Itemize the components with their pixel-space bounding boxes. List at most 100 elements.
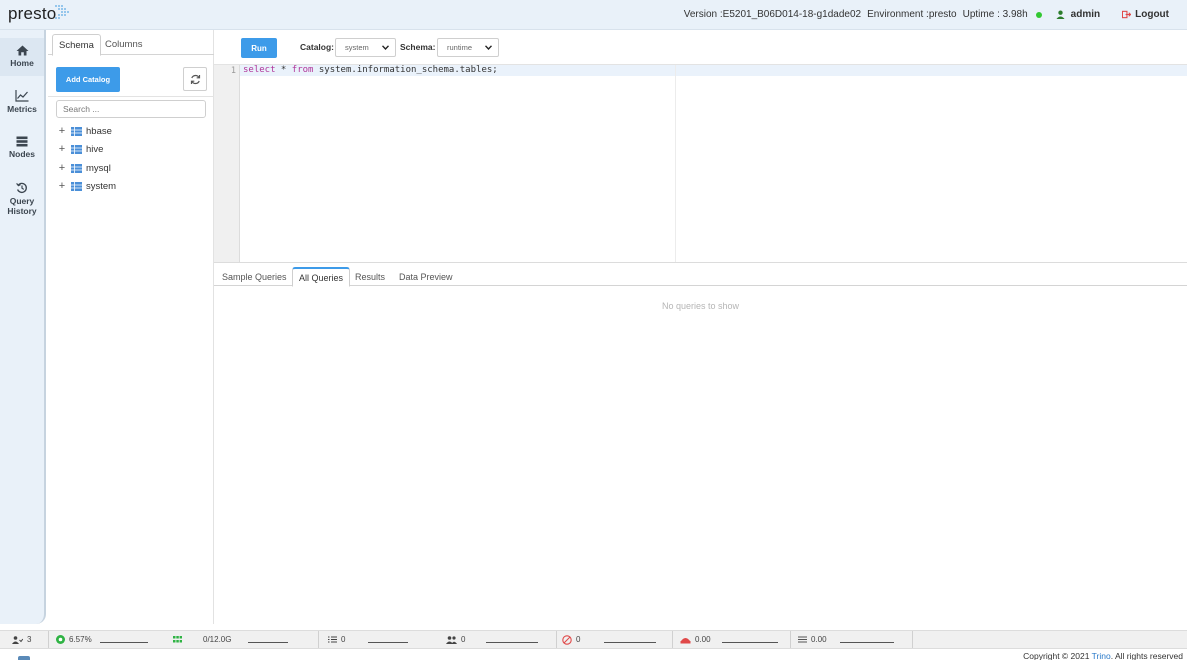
stat-users: 3 (12, 631, 31, 648)
expand-icon[interactable]: + (58, 125, 66, 137)
stat-rate-1: 0.00 (680, 631, 778, 648)
stat-users-value: 3 (27, 635, 32, 644)
catalog-label: system (86, 180, 117, 192)
catalog-item-hive[interactable]: + hive (58, 142, 104, 156)
logout-button[interactable]: Logout (1122, 9, 1169, 20)
cpu-icon (56, 635, 65, 644)
nav-query-label: Query (9, 196, 35, 206)
left-nav: Home Metrics Nodes Query History (0, 30, 46, 624)
catalog-item-hbase[interactable]: + hbase (58, 124, 112, 138)
print-margin (675, 65, 676, 262)
bars-icon (798, 636, 807, 643)
status-bar: 3 6.57% 0/12.0G 0 0 0 0.00 0.00 (0, 630, 1187, 649)
editor-gutter: 1 (214, 65, 240, 262)
schema-search-input[interactable] (56, 100, 206, 118)
schema-select-value: runtime (447, 43, 473, 52)
environment-text: Environment :presto (867, 9, 957, 20)
tab-sample-queries[interactable]: Sample Queries (216, 267, 293, 287)
server-icon (16, 136, 28, 147)
user-menu[interactable]: admin (1056, 9, 1100, 20)
schema-panel: Schema Columns Add Catalog + hbase + hiv… (48, 30, 214, 624)
copyright-suffix: . All rights reserved (1110, 651, 1183, 660)
code-star: * (275, 65, 292, 75)
catalog-item-mysql[interactable]: + mysql (58, 161, 111, 175)
stat-memory-value: 0/12.0G (203, 635, 232, 644)
history-icon (16, 182, 27, 194)
tab-columns[interactable]: Columns (99, 34, 149, 56)
code-line[interactable]: select * from system.information_schema.… (243, 65, 498, 76)
nav-metrics[interactable]: Metrics (0, 90, 44, 114)
catalog-select[interactable]: system (335, 38, 396, 57)
rate-icon (680, 637, 691, 643)
nav-home[interactable]: Home (0, 38, 44, 76)
scroll-handle[interactable] (18, 656, 30, 660)
stat-cpu: 6.57% (56, 631, 151, 648)
nav-home-label: Home (10, 58, 34, 68)
add-catalog-button[interactable]: Add Catalog (56, 67, 120, 92)
stat-running: 0 (446, 631, 538, 648)
stat-rate-2-value: 0.00 (811, 635, 827, 644)
trino-link[interactable]: Trino (1092, 651, 1111, 660)
version-text: Version :E5201_B06D014-18-g1dade02 (683, 9, 862, 20)
copyright-prefix: Copyright © 2021 (1023, 651, 1092, 660)
catalog-select-value: system (345, 43, 369, 52)
divider (318, 631, 319, 648)
rate-2-sparkline (840, 642, 894, 643)
chart-icon (15, 90, 29, 102)
list-icon (328, 636, 337, 643)
expand-icon[interactable]: + (58, 180, 66, 192)
cluster-info: Version :E5201_B06D014-18-g1dade02 Envir… (684, 9, 1169, 20)
stat-cpu-value: 6.57% (69, 635, 92, 644)
stat-failed-value: 0 (576, 635, 581, 644)
expand-icon[interactable]: + (58, 143, 66, 155)
top-bar: presto Version :E5201_B06D014-18-g1dade0… (0, 0, 1187, 30)
memory-sparkline (248, 642, 288, 643)
running-sparkline (486, 642, 538, 643)
divider (790, 631, 791, 648)
expand-icon[interactable]: + (58, 162, 66, 174)
tab-all-queries[interactable]: All Queries (292, 267, 351, 287)
divider (48, 631, 49, 648)
memory-icon (173, 636, 182, 643)
divider (48, 96, 214, 97)
catalog-item-system[interactable]: + system (58, 179, 116, 193)
nav-nodes-label: Nodes (9, 149, 35, 159)
schema-select[interactable]: runtime (437, 38, 499, 57)
sql-editor[interactable]: 1 select * from system.information_schem… (214, 65, 1187, 262)
status-dot-icon (1035, 11, 1042, 18)
keyword-select: select (243, 65, 276, 75)
divider (556, 631, 557, 648)
line-number: 1 (230, 66, 236, 76)
failed-icon (562, 634, 572, 645)
divider (912, 631, 913, 648)
presto-logo-text[interactable]: presto (8, 4, 56, 24)
results-tabs: Sample Queries All Queries Results Data … (214, 263, 1187, 287)
catalog-label: hive (86, 143, 104, 155)
user-name: admin (1070, 9, 1101, 20)
catalog-label: hbase (86, 125, 112, 137)
refresh-button[interactable] (183, 67, 207, 91)
nav-nodes[interactable]: Nodes (0, 136, 44, 159)
logout-label: Logout (1135, 9, 1169, 20)
copyright-footer: Copyright © 2021 Trino. All rights reser… (1023, 651, 1183, 660)
refresh-icon (190, 74, 201, 85)
stat-running-value: 0 (461, 635, 466, 644)
query-toolbar: Run Catalog: system Schema: runtime (214, 30, 1187, 65)
schema-label: Schema: (400, 42, 436, 52)
nav-metrics-label: Metrics (7, 104, 37, 114)
table-icon (71, 163, 82, 173)
catalog-label: mysql (86, 162, 111, 174)
stat-rate-1-value: 0.00 (695, 635, 711, 644)
tab-data-preview[interactable]: Data Preview (393, 267, 459, 287)
code-rest: system.information_schema.tables; (313, 65, 498, 75)
nav-query-history[interactable]: Query History (0, 182, 44, 216)
keyword-from: from (291, 65, 314, 75)
table-icon (71, 144, 82, 154)
run-button[interactable]: Run (241, 38, 277, 58)
catalog-label: Catalog: (300, 42, 334, 52)
empty-state-text: No queries to show (661, 301, 740, 311)
tab-schema[interactable]: Schema (52, 34, 101, 56)
tab-results[interactable]: Results (349, 267, 391, 287)
stat-queued: 0 (328, 631, 408, 648)
results-panel: Sample Queries All Queries Results Data … (214, 262, 1187, 624)
